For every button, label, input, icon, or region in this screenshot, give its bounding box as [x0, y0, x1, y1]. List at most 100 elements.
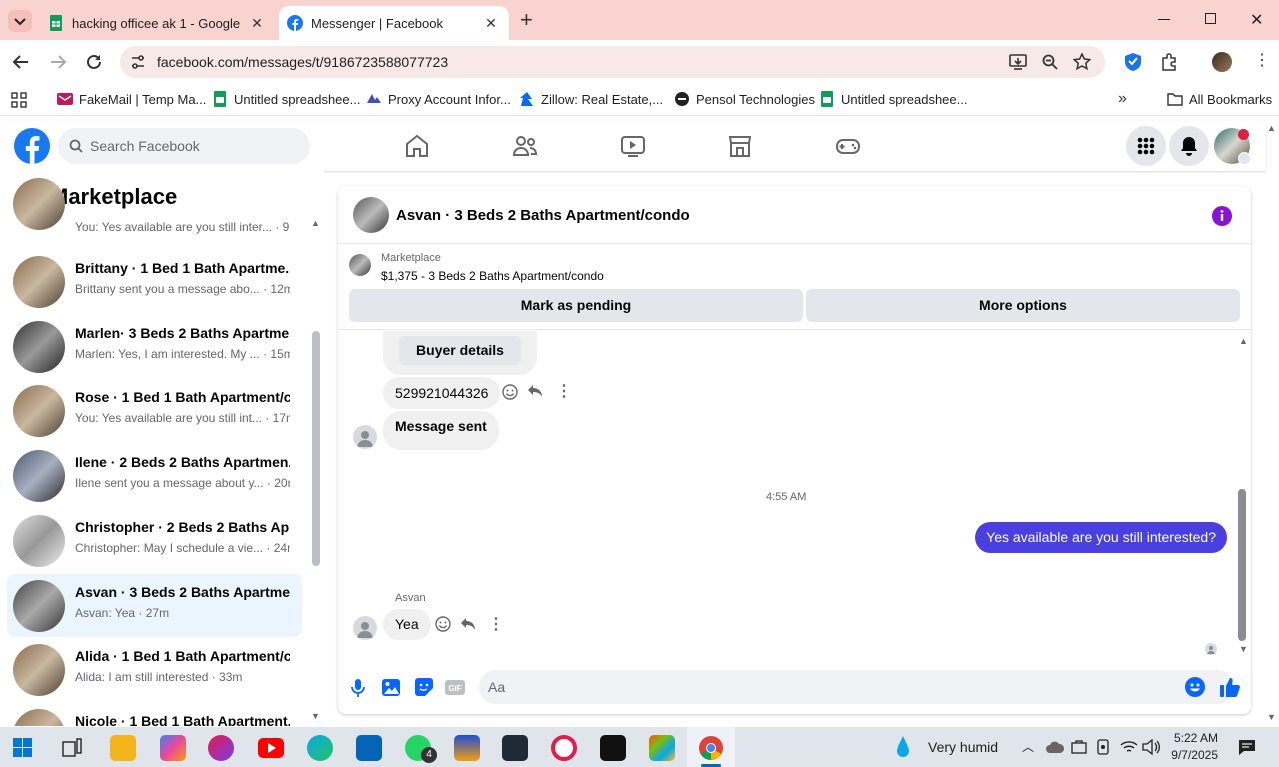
react-emoji-icon[interactable]: [502, 384, 518, 400]
device-icon[interactable]: [1096, 739, 1110, 755]
edge-icon[interactable]: [307, 735, 333, 761]
message-input[interactable]: Aa: [479, 670, 1234, 704]
reply-icon[interactable]: [460, 617, 476, 631]
close-tab-icon[interactable]: ✕: [249, 15, 265, 31]
reply-icon[interactable]: [527, 384, 543, 398]
profile-avatar[interactable]: [1212, 52, 1232, 72]
all-bookmarks-button[interactable]: All Bookmarks: [1167, 91, 1272, 107]
chevron-up-icon[interactable]: ︿: [1022, 738, 1034, 755]
scroll-down-arrow[interactable]: ▼: [1239, 644, 1248, 654]
more-actions-icon[interactable]: ⋮: [488, 614, 504, 634]
gif-icon[interactable]: GIF: [445, 680, 465, 695]
info-icon[interactable]: [1212, 206, 1232, 226]
friends-icon[interactable]: [512, 133, 538, 159]
restore-icon[interactable]: [1205, 13, 1216, 24]
more-bookmarks-icon[interactable]: »: [1118, 90, 1127, 108]
volume-icon[interactable]: [1142, 739, 1160, 755]
page-scroll-up-arrow[interactable]: ▲: [1267, 123, 1276, 133]
conversation-item[interactable]: Marlen· 3 Beds 2 Baths Apartme... Marlen…: [7, 315, 302, 378]
emoji-icon[interactable]: [1185, 677, 1205, 697]
bookmark-spreadsheet-2[interactable]: Untitled spreadshee...: [819, 91, 967, 107]
conversation-item[interactable]: Alida · 1 Bed 1 Bath Apartment/c... Alid…: [7, 638, 302, 701]
more-actions-icon[interactable]: ⋮: [556, 381, 572, 401]
tiktok-icon[interactable]: [600, 735, 626, 761]
apps-grid-icon[interactable]: [11, 92, 27, 108]
chat-title[interactable]: Asvan · 3 Beds 2 Baths Apartment/condo: [396, 207, 690, 224]
install-app-icon[interactable]: [1009, 53, 1027, 71]
task-view-icon[interactable]: [62, 738, 82, 757]
wifi-icon[interactable]: [1120, 740, 1138, 754]
conversation-item[interactable]: Christopher · 2 Beds 2 Baths Ap... Chris…: [7, 509, 302, 572]
file-explorer-icon[interactable]: [110, 735, 136, 761]
search-facebook-input[interactable]: Search Facebook: [58, 128, 310, 164]
opera-icon[interactable]: [551, 735, 577, 761]
tab-search-button[interactable]: [8, 10, 32, 32]
sidebar-scrollbar[interactable]: [312, 331, 320, 566]
bookmark-spreadsheet-1[interactable]: Untitled spreadshee...: [212, 91, 360, 107]
omnibox[interactable]: facebook.com/messages/t/9186723588077723: [120, 46, 1105, 78]
reload-icon[interactable]: [85, 53, 103, 71]
home-icon[interactable]: [404, 133, 430, 159]
chrome-menu-icon[interactable]: ⋮: [1254, 52, 1270, 70]
copilot-icon[interactable]: [160, 735, 186, 761]
conversation-item[interactable]: You: Yes available are you still inter..…: [7, 178, 302, 249]
chat-scrollbar[interactable]: [1238, 489, 1246, 641]
bookmark-zillow[interactable]: Zillow: Real Estate,...: [519, 91, 663, 107]
sticker-icon[interactable]: [415, 678, 433, 696]
site-info-icon[interactable]: [130, 54, 146, 70]
new-tab-icon[interactable]: +: [520, 9, 533, 31]
menu-button[interactable]: [1126, 126, 1166, 166]
react-emoji-icon[interactable]: [435, 616, 451, 632]
bookmark-fakemail[interactable]: FakeMail | Temp Ma...: [57, 91, 206, 107]
buyer-details-button[interactable]: Buyer details: [399, 336, 521, 365]
app-icon[interactable]: [502, 735, 528, 761]
clock-time[interactable]: 5:22 AM: [1172, 731, 1218, 745]
onedrive-icon[interactable]: [1046, 741, 1064, 753]
conversation-item-active[interactable]: Asvan · 3 Beds 2 Baths Apartme... Asvan:…: [7, 574, 302, 637]
more-options-button[interactable]: More options: [806, 289, 1240, 322]
windows-start-icon[interactable]: [13, 738, 32, 757]
forward-arrow-icon[interactable]: [49, 54, 67, 70]
mark-as-pending-button[interactable]: Mark as pending: [349, 289, 803, 322]
app-icon[interactable]: [208, 735, 234, 761]
bookmark-proxy[interactable]: Proxy Account Infor...: [366, 91, 511, 107]
conversation-item[interactable]: Ilene · 2 Beds 2 Baths Apartmen... Ilene…: [7, 444, 302, 507]
notification-center-icon[interactable]: [1238, 739, 1256, 755]
bookmark-star-icon[interactable]: [1073, 53, 1091, 71]
notifications-button[interactable]: [1169, 126, 1209, 166]
conversation-item[interactable]: Nicole · 1 Bed 1 Bath Apartment...: [7, 703, 302, 726]
tab-messenger[interactable]: Messenger | Facebook ✕: [279, 6, 509, 40]
weather-text[interactable]: Very humid: [928, 739, 998, 755]
conversation-item[interactable]: Rose · 1 Bed 1 Bath Apartment/c... You: …: [7, 379, 302, 442]
minimize-icon[interactable]: [1158, 12, 1170, 26]
extensions-icon[interactable]: [1160, 53, 1178, 71]
zoom-icon[interactable]: [1042, 54, 1058, 70]
account-chevron-icon[interactable]: [1238, 152, 1251, 165]
gaming-icon[interactable]: [835, 133, 861, 159]
close-tab-icon[interactable]: ✕: [483, 15, 499, 31]
chat-avatar[interactable]: [353, 197, 389, 233]
clock-date[interactable]: 9/7/2025: [1162, 748, 1218, 762]
rewards-icon[interactable]: [454, 735, 480, 761]
video-icon[interactable]: [620, 133, 646, 159]
back-arrow-icon[interactable]: [12, 54, 30, 70]
scroll-up-arrow[interactable]: ▲: [1239, 336, 1248, 346]
close-window-icon[interactable]: ✕: [1250, 10, 1263, 30]
conversation-item[interactable]: Brittany · 1 Bed 1 Bath Apartme... Britt…: [7, 250, 302, 313]
bookmark-pensol[interactable]: Pensol Technologies: [674, 91, 815, 107]
youtube-icon[interactable]: [258, 738, 284, 758]
tab-google-sheets[interactable]: hacking officee ak 1 - Google S ✕: [40, 6, 275, 40]
chrome-taskbar-item[interactable]: [687, 727, 735, 767]
photo-icon[interactable]: [382, 679, 400, 696]
listing-title[interactable]: $1,375 - 3 Beds 2 Baths Apartment/condo: [381, 269, 604, 283]
store-icon[interactable]: [649, 735, 675, 761]
page-scroll-down-arrow[interactable]: ▼: [1267, 712, 1276, 722]
microphone-icon[interactable]: [351, 679, 365, 697]
thumbs-up-icon[interactable]: [1220, 677, 1240, 697]
marketplace-icon[interactable]: [727, 133, 753, 159]
briefcase-icon[interactable]: [1071, 740, 1087, 754]
shield-extension-icon[interactable]: [1124, 52, 1142, 72]
facebook-logo-icon[interactable]: [14, 128, 50, 164]
scroll-down-arrow[interactable]: ▼: [311, 711, 320, 721]
outlook-icon[interactable]: [356, 735, 382, 761]
